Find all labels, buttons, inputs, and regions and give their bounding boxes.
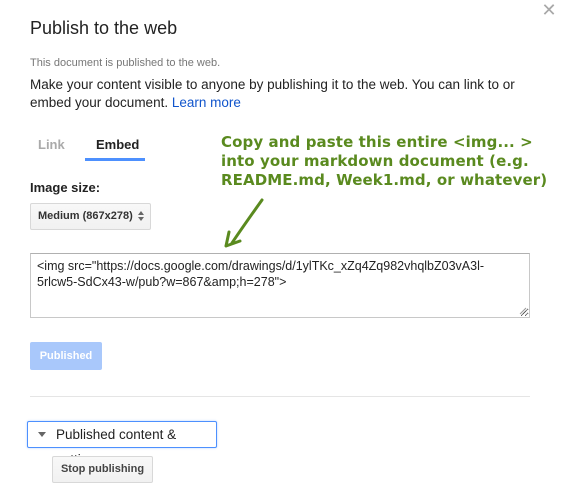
tab-embed-label: Embed (96, 137, 140, 152)
dialog-title: Publish to the web (30, 18, 178, 38)
tab-embed[interactable]: Embed (85, 137, 145, 161)
published-settings-toggle[interactable]: Published content & settings (27, 421, 217, 467)
image-size-value: Medium (867x278) (38, 210, 133, 222)
embed-code-text: <img src="https://docs.google.com/drawin… (37, 259, 485, 289)
active-tab-indicator (85, 158, 145, 161)
handwritten-annotation: Copy and paste this entire <img... > int… (221, 133, 548, 189)
close-icon[interactable]: ✕ (541, 1, 557, 19)
divider (30, 396, 530, 397)
tab-link[interactable]: Link (38, 137, 65, 159)
caret-down-icon (38, 432, 46, 437)
image-size-select[interactable]: Medium (867x278) (30, 203, 151, 230)
published-button[interactable]: Published (30, 342, 102, 370)
description: Make your content visible to anyone by p… (30, 76, 530, 112)
image-size-label: Image size: (30, 180, 101, 195)
stop-publishing-button[interactable]: Stop publishing (52, 456, 153, 483)
learn-more-link[interactable]: Learn more (172, 95, 241, 110)
description-text: Make your content visible to anyone by p… (30, 77, 515, 110)
published-note: This document is published to the web. (30, 57, 221, 69)
embed-code-textarea[interactable]: <img src="https://docs.google.com/drawin… (30, 253, 530, 318)
updown-arrows-icon (138, 211, 144, 221)
resize-grip-icon[interactable] (519, 307, 527, 315)
publish-dialog: ✕ Publish to the web This document is pu… (0, 0, 570, 500)
